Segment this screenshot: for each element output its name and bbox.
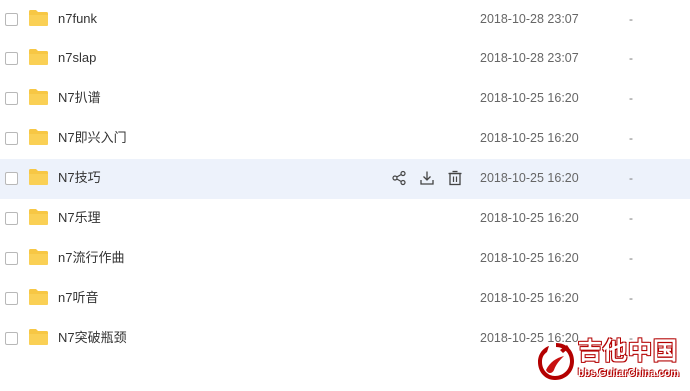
file-size: - xyxy=(629,211,633,225)
file-modified-date: 2018-10-28 23:07 xyxy=(480,12,579,26)
file-name[interactable]: n7流行作曲 xyxy=(58,250,124,266)
file-name[interactable]: N7扒谱 xyxy=(58,90,101,106)
row-checkbox[interactable] xyxy=(5,292,18,305)
file-size: - xyxy=(629,51,633,65)
file-modified-date: 2018-10-28 23:07 xyxy=(480,51,579,65)
row-checkbox[interactable] xyxy=(5,92,18,105)
row-checkbox[interactable] xyxy=(5,172,18,185)
file-row[interactable]: N7扒谱 2018-10-25 16:20 - xyxy=(0,79,690,119)
file-modified-date: 2018-10-25 16:20 xyxy=(480,131,579,145)
file-size: - xyxy=(629,12,633,26)
file-row[interactable]: n7slap 2018-10-28 23:07 - xyxy=(0,39,690,79)
row-checkbox[interactable] xyxy=(5,252,18,265)
delete-icon[interactable] xyxy=(447,170,463,186)
folder-icon xyxy=(29,209,48,225)
file-row[interactable]: n7听音 2018-10-25 16:20 - xyxy=(0,279,690,319)
row-checkbox[interactable] xyxy=(5,52,18,65)
row-checkbox[interactable] xyxy=(5,212,18,225)
guitar-emblem-icon xyxy=(538,343,574,380)
file-name[interactable]: n7funk xyxy=(58,11,97,27)
watermark: 吉他中国 bbs.GuitarChina.com xyxy=(536,336,686,386)
file-name[interactable]: N7技巧 xyxy=(58,170,101,186)
file-size: - xyxy=(629,291,633,305)
row-checkbox[interactable] xyxy=(5,132,18,145)
file-name[interactable]: N7即兴入门 xyxy=(58,130,127,146)
file-row[interactable]: n7funk 2018-10-28 23:07 - xyxy=(0,0,690,40)
download-icon[interactable] xyxy=(419,170,435,186)
folder-icon xyxy=(29,10,48,26)
folder-icon xyxy=(29,89,48,105)
file-modified-date: 2018-10-25 16:20 xyxy=(480,91,579,105)
file-size: - xyxy=(629,251,633,265)
file-name[interactable]: N7乐理 xyxy=(58,210,101,226)
file-list: n7funk 2018-10-28 23:07 - n7slap 2018-10… xyxy=(0,0,690,391)
folder-icon xyxy=(29,329,48,345)
file-modified-date: 2018-10-25 16:20 xyxy=(480,211,579,225)
file-row[interactable]: N7即兴入门 2018-10-25 16:20 - xyxy=(0,119,690,159)
watermark-title: 吉他中国 xyxy=(578,338,678,365)
file-size: - xyxy=(629,91,633,105)
folder-icon xyxy=(29,49,48,65)
file-modified-date: 2018-10-25 16:20 xyxy=(480,171,579,185)
folder-icon xyxy=(29,169,48,185)
file-row[interactable]: N7乐理 2018-10-25 16:20 - xyxy=(0,199,690,239)
folder-icon xyxy=(29,289,48,305)
row-checkbox[interactable] xyxy=(5,332,18,345)
file-name[interactable]: n7听音 xyxy=(58,290,98,306)
folder-icon xyxy=(29,129,48,145)
file-row[interactable]: n7流行作曲 2018-10-25 16:20 - xyxy=(0,239,690,279)
file-size: - xyxy=(629,171,633,185)
file-size: - xyxy=(629,131,633,145)
file-modified-date: 2018-10-25 16:20 xyxy=(480,291,579,305)
share-icon[interactable] xyxy=(391,170,407,186)
watermark-url: bbs.GuitarChina.com xyxy=(578,368,680,379)
file-name[interactable]: n7slap xyxy=(58,50,96,66)
file-modified-date: 2018-10-25 16:20 xyxy=(480,251,579,265)
folder-icon xyxy=(29,249,48,265)
file-row-hovered[interactable]: N7技巧 2018-10-25 16:20 - xyxy=(0,159,690,199)
file-name[interactable]: N7突破瓶颈 xyxy=(58,330,127,346)
row-checkbox[interactable] xyxy=(5,13,18,26)
